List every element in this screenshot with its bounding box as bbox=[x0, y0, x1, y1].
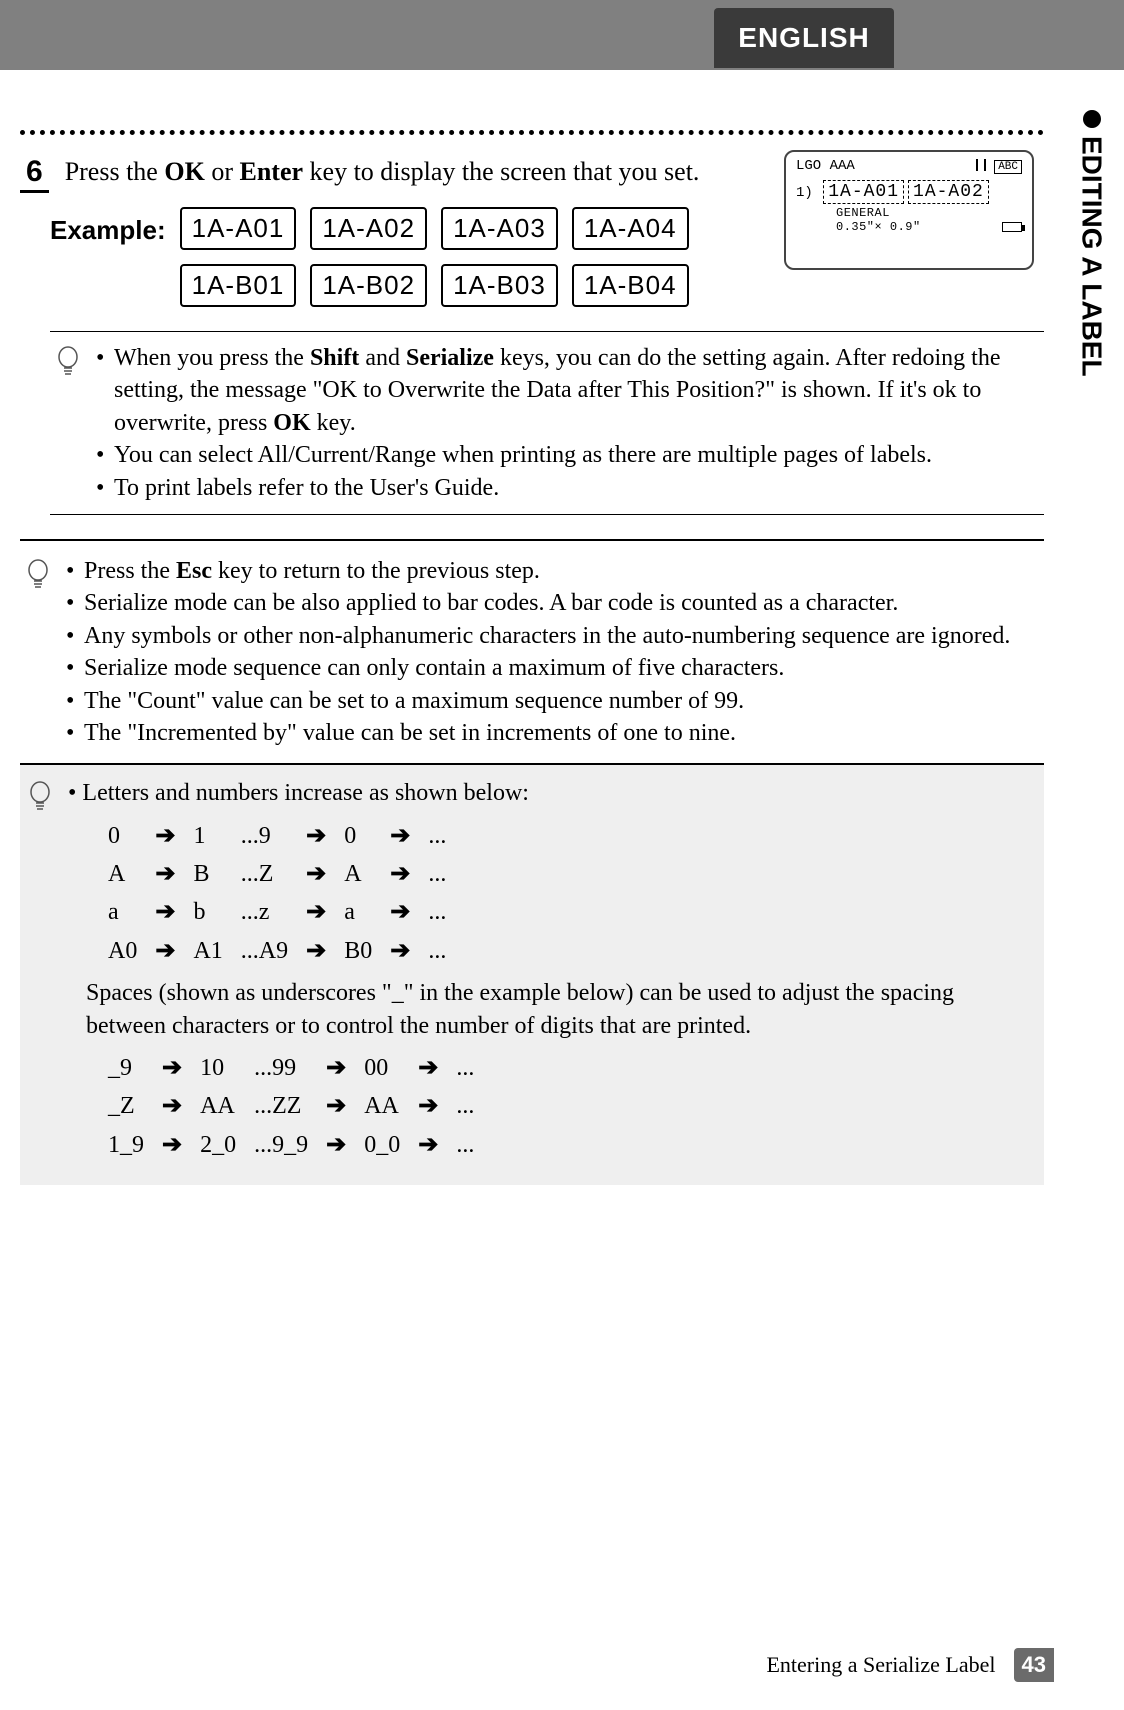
note2-list: Press the Esc key to return to the previ… bbox=[66, 555, 1038, 749]
lcd-index: 1) bbox=[796, 185, 813, 201]
t-bold: OK bbox=[164, 157, 204, 186]
spaces-text: Spaces (shown as underscores "_" in the … bbox=[86, 977, 1036, 1042]
language-tab: ENGLISH bbox=[714, 8, 894, 68]
note-item: Serialize mode sequence can only contain… bbox=[66, 652, 1038, 684]
battery-icon bbox=[1002, 222, 1022, 232]
note-item: To print labels refer to the User's Guid… bbox=[96, 472, 1038, 504]
lcd-size: 0.35"× 0.9" bbox=[836, 220, 921, 234]
label-examples-grid: 1A-A01 1A-A02 1A-A03 1A-A04 1A-B01 1A-B0… bbox=[180, 207, 689, 307]
sequence-table-1: 0➔1...9➔0➔...A➔B...Z➔A➔...a➔b...z➔a➔...A… bbox=[98, 816, 456, 972]
note-block-2: Press the Esc key to return to the previ… bbox=[20, 539, 1044, 764]
lcd-label-2: 1A-A02 bbox=[908, 180, 989, 204]
note-item: You can select All/Current/Range when pr… bbox=[96, 439, 1038, 471]
label-box: 1A-B04 bbox=[572, 264, 689, 307]
lightbulb-icon bbox=[56, 346, 84, 389]
page-footer: Entering a Serialize Label 43 bbox=[766, 1648, 1054, 1682]
note-item: The "Incremented by" value can be set in… bbox=[66, 717, 1038, 749]
t: or bbox=[205, 157, 240, 186]
t: key to display the screen that you set. bbox=[303, 157, 699, 186]
lcd-abc-badge: ABC bbox=[994, 160, 1022, 174]
label-box: 1A-A02 bbox=[310, 207, 427, 250]
increment-intro: • Letters and numbers increase as shown … bbox=[68, 777, 1036, 809]
lightbulb-icon bbox=[28, 781, 56, 1171]
header-bar: ENGLISH bbox=[0, 0, 1124, 70]
label-box: 1A-B02 bbox=[310, 264, 427, 307]
t: Press the bbox=[65, 157, 165, 186]
bullet-icon bbox=[1083, 110, 1101, 128]
lcd-label-1: 1A-A01 bbox=[823, 180, 904, 204]
increment-block: • Letters and numbers increase as shown … bbox=[20, 764, 1044, 1185]
label-box: 1A-A03 bbox=[441, 207, 558, 250]
lcd-line1-left: LGO AAA bbox=[796, 158, 855, 174]
step-number: 6 bbox=[20, 155, 49, 193]
sequence-table-2: _9➔10...99➔00➔..._Z➔AA...ZZ➔AA➔...1_9➔2_… bbox=[98, 1048, 484, 1165]
label-box: 1A-B01 bbox=[180, 264, 297, 307]
t-bold: Enter bbox=[239, 157, 303, 186]
page-number: 43 bbox=[1014, 1648, 1054, 1682]
note-item: Any symbols or other non-alphanumeric ch… bbox=[66, 620, 1038, 652]
note1-list: When you press the Shift and Serialize k… bbox=[96, 342, 1038, 504]
side-tab-title: EDITING A LABEL bbox=[1076, 136, 1108, 377]
note-item: Serialize mode can be also applied to ba… bbox=[66, 587, 1038, 619]
label-box: 1A-A01 bbox=[180, 207, 297, 250]
note-item: When you press the Shift and Serialize k… bbox=[96, 342, 1038, 439]
example-label: Example: bbox=[50, 207, 166, 246]
footer-title: Entering a Serialize Label bbox=[766, 1652, 995, 1678]
note-item: Press the Esc key to return to the previ… bbox=[66, 555, 1038, 587]
note-item: The "Count" value can be set to a maximu… bbox=[66, 685, 1038, 717]
lcd-screenshot: LGO AAA ABC 1) 1A-A011A-A02 GENERAL 0.35… bbox=[784, 150, 1034, 270]
side-section-tab: EDITING A LABEL bbox=[1059, 100, 1124, 500]
lcd-mode: GENERAL bbox=[836, 206, 890, 220]
lightbulb-icon bbox=[26, 559, 54, 749]
page-content: 6 Press the OK or Enter key to display t… bbox=[20, 100, 1044, 1630]
label-box: 1A-A04 bbox=[572, 207, 689, 250]
note-block-1: When you press the Shift and Serialize k… bbox=[50, 331, 1044, 515]
dotted-divider bbox=[20, 130, 1044, 135]
label-box: 1A-B03 bbox=[441, 264, 558, 307]
